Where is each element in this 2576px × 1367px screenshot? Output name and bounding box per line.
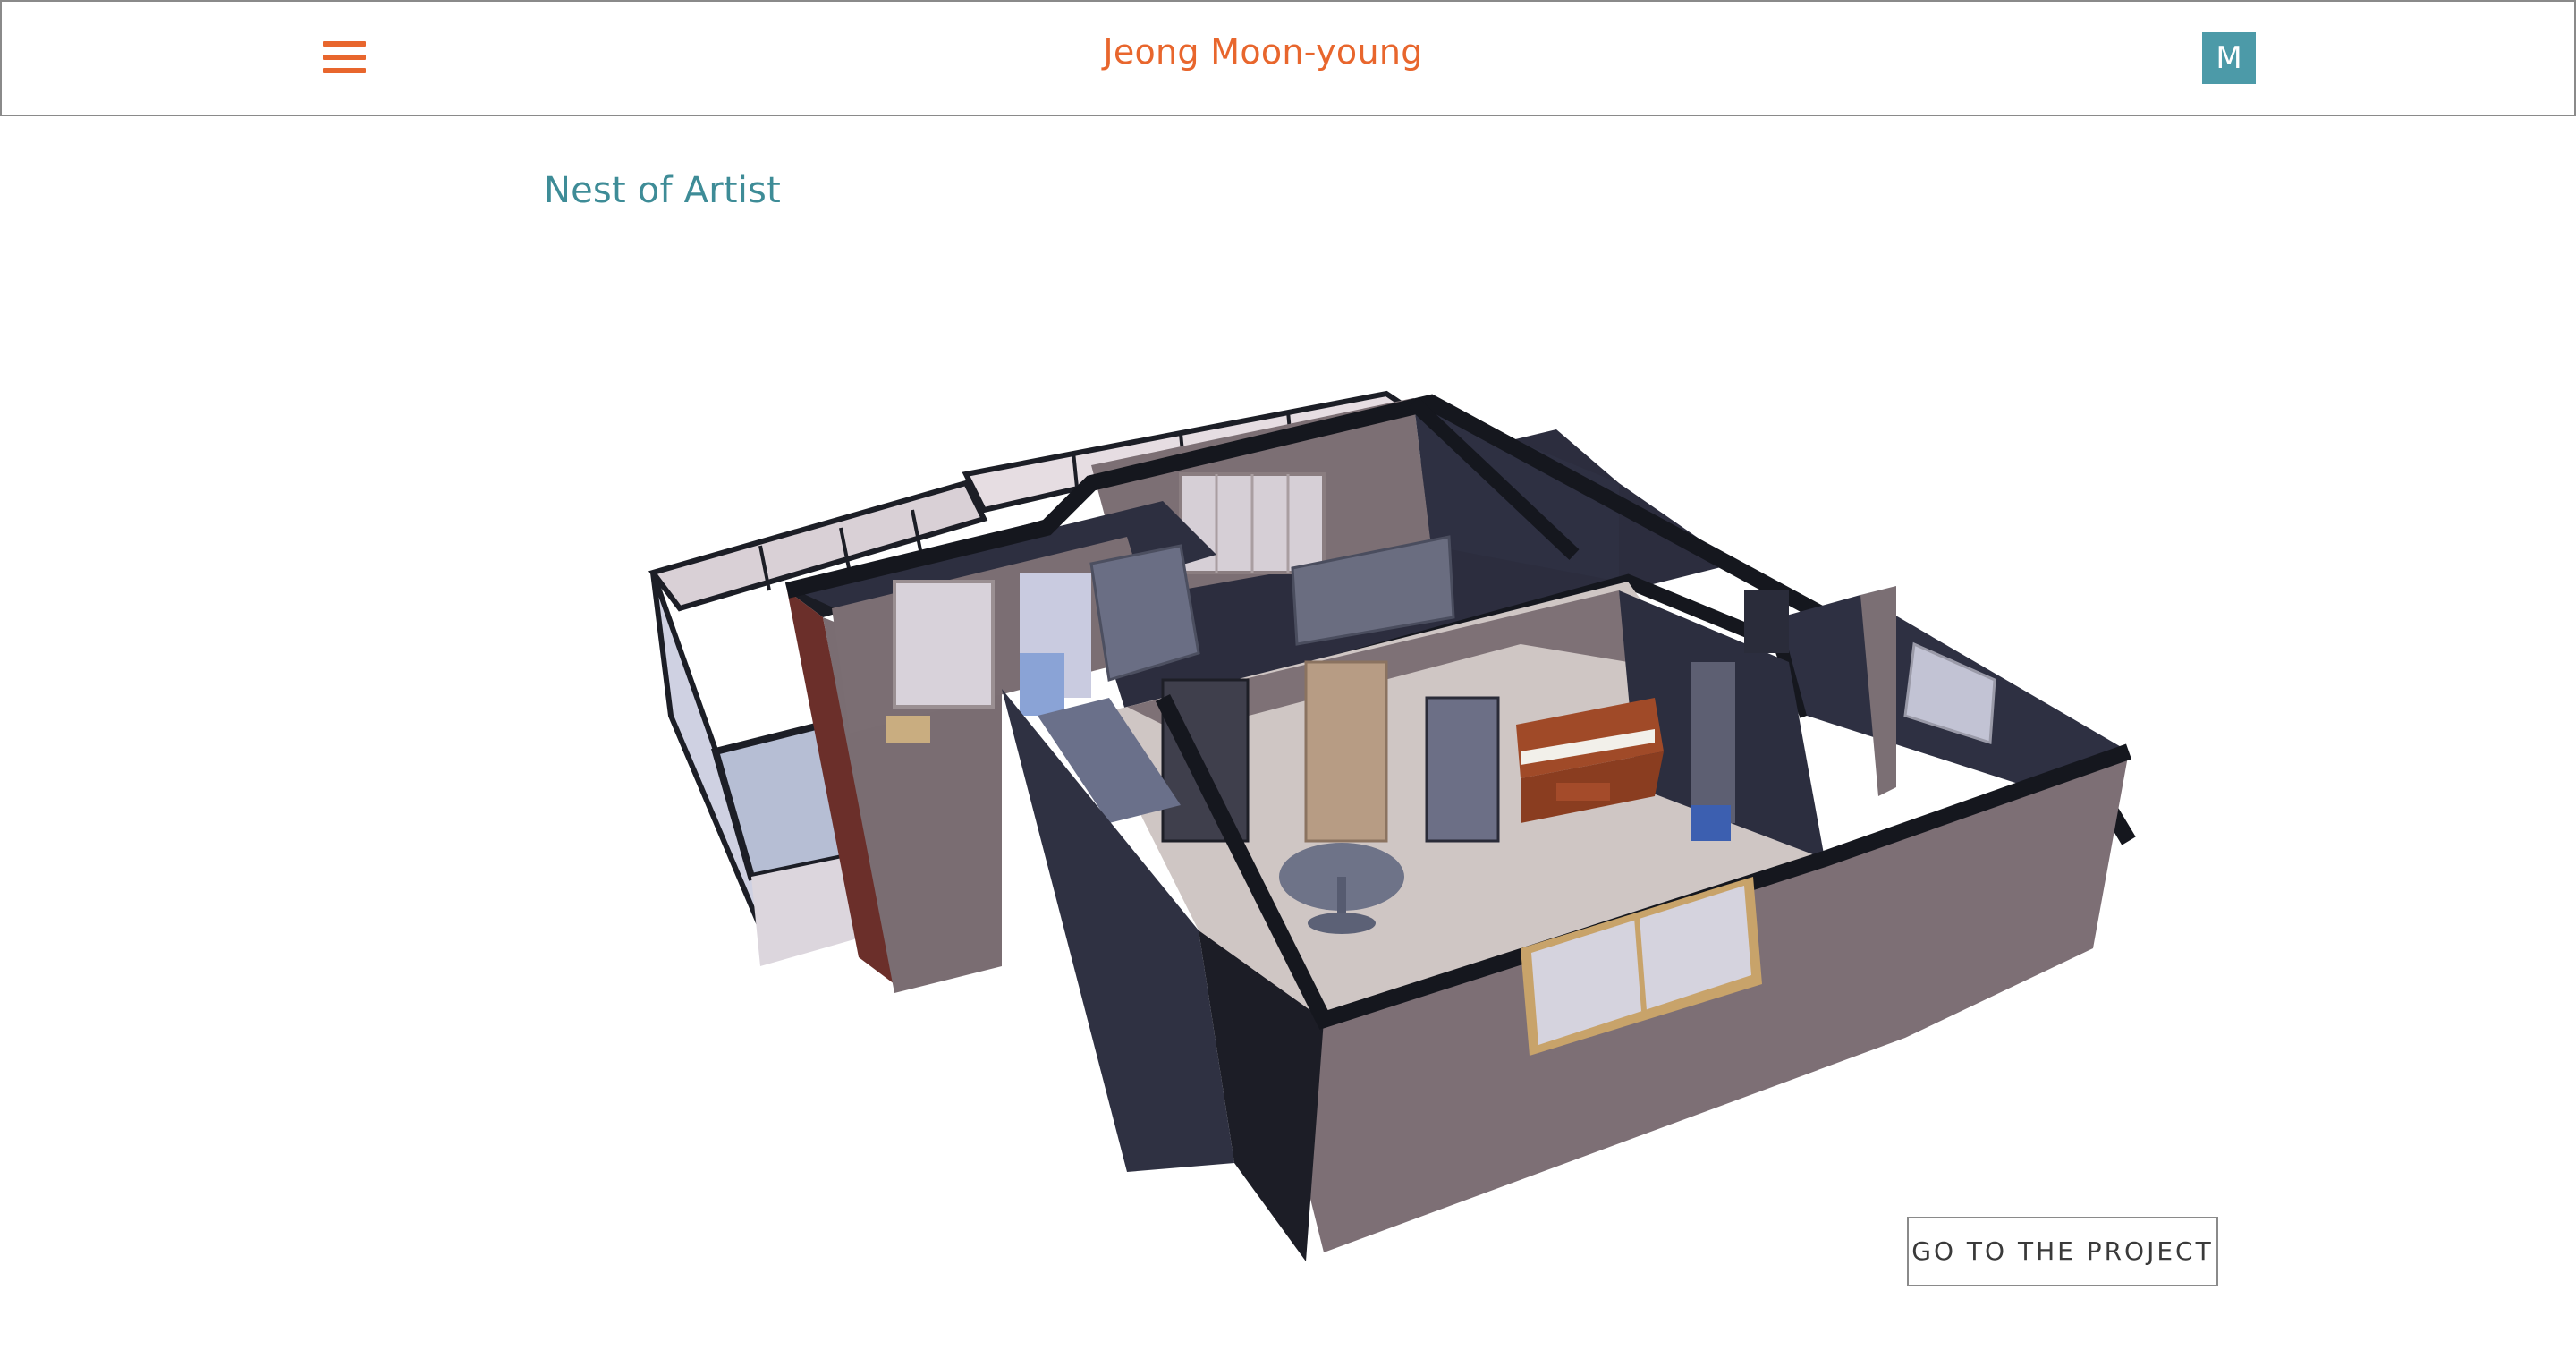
site-title[interactable]: Jeong Moon-young bbox=[2, 32, 2524, 72]
floor-plan-3d-image bbox=[626, 376, 2182, 1270]
page: Jeong Moon-young M Nest of Artist GO TO … bbox=[0, 0, 2576, 1367]
go-to-project-button[interactable]: GO TO THE PROJECT bbox=[1907, 1217, 2218, 1286]
user-avatar[interactable]: M bbox=[2202, 32, 2256, 84]
top-navigation-bar: Jeong Moon-young M bbox=[0, 0, 2576, 116]
project-title: Nest of Artist bbox=[544, 170, 781, 211]
